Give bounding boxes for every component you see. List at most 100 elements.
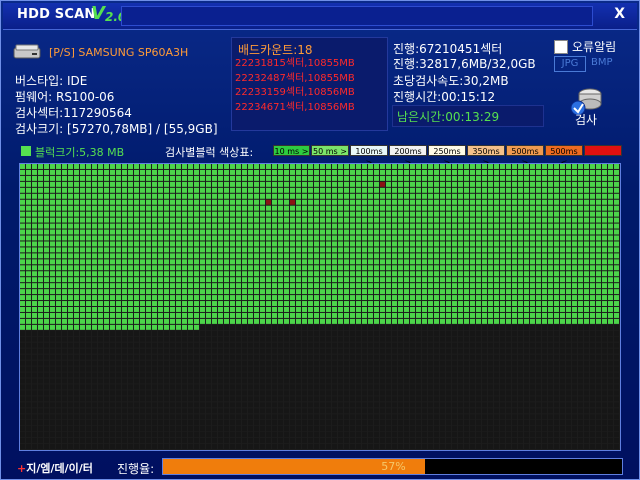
block-cell [404,336,409,342]
block-cell [314,271,319,277]
block-cell [68,241,73,247]
block-cell [188,295,193,301]
block-cell [74,438,79,444]
block-cell [146,318,151,324]
block-cell [518,348,523,354]
block-cell [554,372,559,378]
block-cell [302,247,307,253]
block-cell [320,390,325,396]
remaining-time-box: 남은시간:00:13:29 [392,105,544,127]
block-cell [554,312,559,318]
block-cell [386,223,391,229]
block-cell [470,283,475,289]
block-cell [326,312,331,318]
block-cell [260,259,265,265]
block-cell [38,307,43,312]
block-cell [410,301,415,306]
block-cell [128,199,133,205]
block-cell [422,199,427,205]
bad-sector-list[interactable]: 22231815섹터,10855MB 22232487섹터,10855MB 22… [235,57,355,115]
block-cell [350,324,355,330]
block-cell [476,199,481,205]
block-cell [284,366,289,372]
block-cell [308,205,313,211]
block-cell [302,438,307,444]
block-cell [464,318,469,324]
block-cell [140,396,145,402]
block-cell [308,283,313,289]
block-cell [50,360,55,366]
block-cell [326,193,331,199]
block-cell [68,318,73,324]
block-cell [26,402,31,408]
jpg-option[interactable]: JPG [554,56,586,72]
block-cell [182,354,187,360]
block-cell [116,247,121,253]
block-cell [278,384,283,390]
block-cell [212,301,217,306]
block-cell [560,360,565,366]
block-cell [320,432,325,438]
block-cell [602,235,607,241]
error-alarm-label[interactable]: 오류알림 [572,38,616,55]
block-cell [296,390,301,396]
block-cell [44,444,49,449]
block-cell [278,432,283,438]
block-cell [452,312,457,318]
block-cell [536,193,541,199]
block-cell [134,235,139,241]
title-bar[interactable]: HDD SCAN V 2.0 X [3,3,637,30]
block-cell [212,324,217,330]
block-cell [422,342,427,348]
block-cell [362,223,367,229]
block-cell [338,318,343,324]
block-cell [62,259,67,265]
block-cell [410,432,415,438]
block-cell [98,241,103,247]
close-button[interactable]: X [614,6,625,22]
block-cell [362,348,367,354]
block-cell [488,164,493,169]
scan-button-label[interactable]: 검사 [575,111,597,128]
block-cell [428,336,433,342]
block-cell [374,164,379,169]
block-cell [116,277,121,283]
block-cell [392,253,397,259]
block-cell [236,372,241,378]
block-cell [86,384,91,390]
block-cell [578,336,583,342]
block-cell [32,342,37,348]
block-cell [572,378,577,384]
block-cell [38,164,43,169]
block-cell [542,336,547,342]
block-cell [542,277,547,283]
block-cell [50,271,55,277]
block-cell [500,420,505,426]
block-cell [164,199,169,205]
block-cell [146,181,151,187]
error-alarm-checkbox[interactable] [554,40,568,54]
block-cell [386,372,391,378]
block-cell [500,289,505,295]
block-cell [50,390,55,396]
block-cell [614,253,619,259]
block-cell [152,384,157,390]
block-cell [500,396,505,402]
block-cell [284,289,289,295]
block-cell [380,390,385,396]
block-cell [140,247,145,253]
block-cell [584,372,589,378]
block-cell [122,277,127,283]
block-cell [26,187,31,193]
block-cell [542,384,547,390]
block-cell [614,432,619,438]
block-cell [140,164,145,169]
block-cell [404,324,409,330]
block-cell [38,169,43,175]
block-cell [572,247,577,253]
block-cell [104,324,109,330]
bmp-option[interactable]: BMP [591,57,613,68]
block-cell [590,432,595,438]
block-cell [50,312,55,318]
block-cell [458,426,463,432]
